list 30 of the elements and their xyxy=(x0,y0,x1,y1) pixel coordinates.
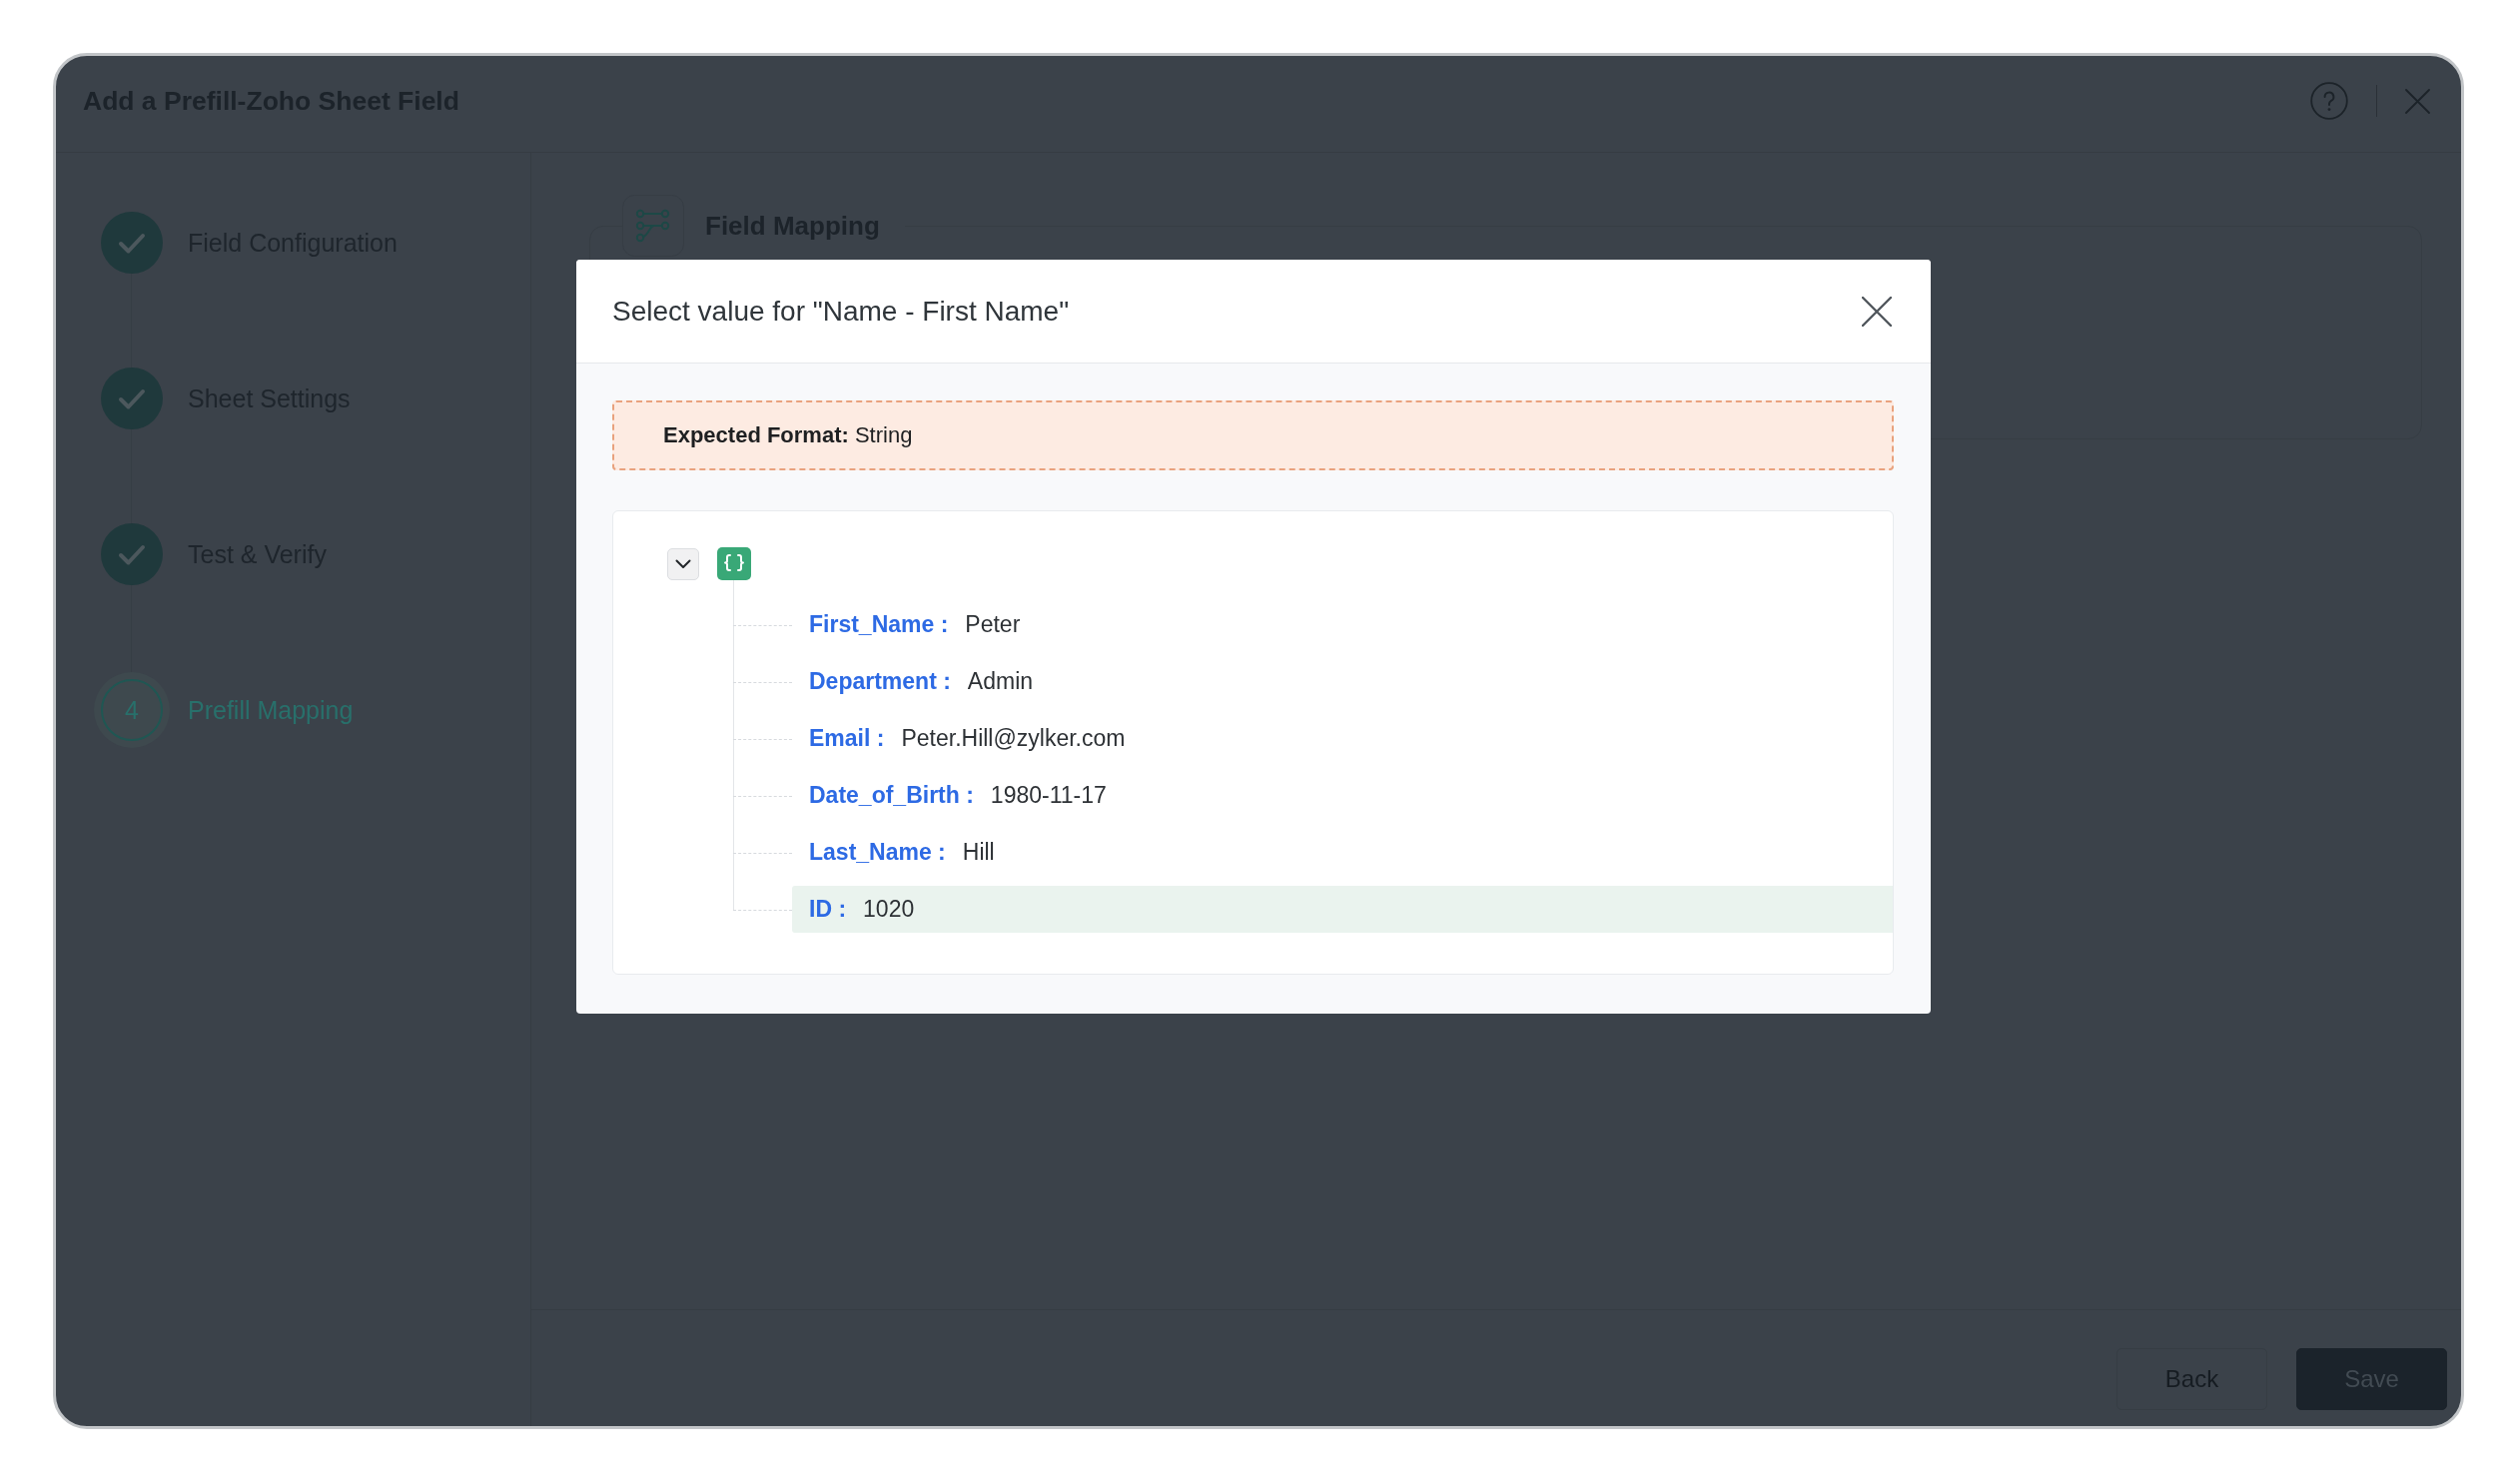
field-key: Last_Name : xyxy=(809,839,946,866)
tree-connector xyxy=(733,767,792,824)
chevron-down-icon xyxy=(675,558,691,569)
tree-connector xyxy=(733,596,792,653)
field-value: Peter xyxy=(965,611,1021,638)
field-key: Date_of_Birth : xyxy=(809,782,974,809)
tree-item[interactable]: First_Name : Peter xyxy=(792,601,1893,648)
tree-item[interactable]: Email : Peter.Hill@zylker.com xyxy=(792,715,1893,762)
dialog-title: Select value for "Name - First Name" xyxy=(612,295,1070,328)
field-value: 1020 xyxy=(863,896,915,923)
tree-item[interactable]: ID : 1020 xyxy=(792,886,1893,933)
field-key: Email : xyxy=(809,725,885,752)
tree-connector xyxy=(733,824,792,881)
tree-item[interactable]: Department : Admin xyxy=(792,658,1893,705)
field-key: First_Name : xyxy=(809,611,949,638)
close-icon xyxy=(1862,296,1892,327)
toggle-button[interactable] xyxy=(667,547,699,580)
tree-connector xyxy=(733,710,792,767)
field-key: ID : xyxy=(809,896,847,923)
field-key: Department : xyxy=(809,668,951,695)
tree-item[interactable]: Last_Name : Hill xyxy=(792,829,1893,876)
field-value: 1980-11-17 xyxy=(990,782,1107,809)
tree-connector xyxy=(733,653,792,710)
tree-item[interactable]: Date_of_Birth : 1980-11-17 xyxy=(792,772,1893,819)
format-text: Expected Format: String xyxy=(663,422,913,448)
field-value: Hill xyxy=(962,839,995,866)
braces-icon xyxy=(717,547,751,580)
close-button[interactable] xyxy=(1860,294,1894,329)
field-value: Admin xyxy=(967,668,1034,695)
field-value: Peter.Hill@zylker.com xyxy=(901,725,1126,752)
